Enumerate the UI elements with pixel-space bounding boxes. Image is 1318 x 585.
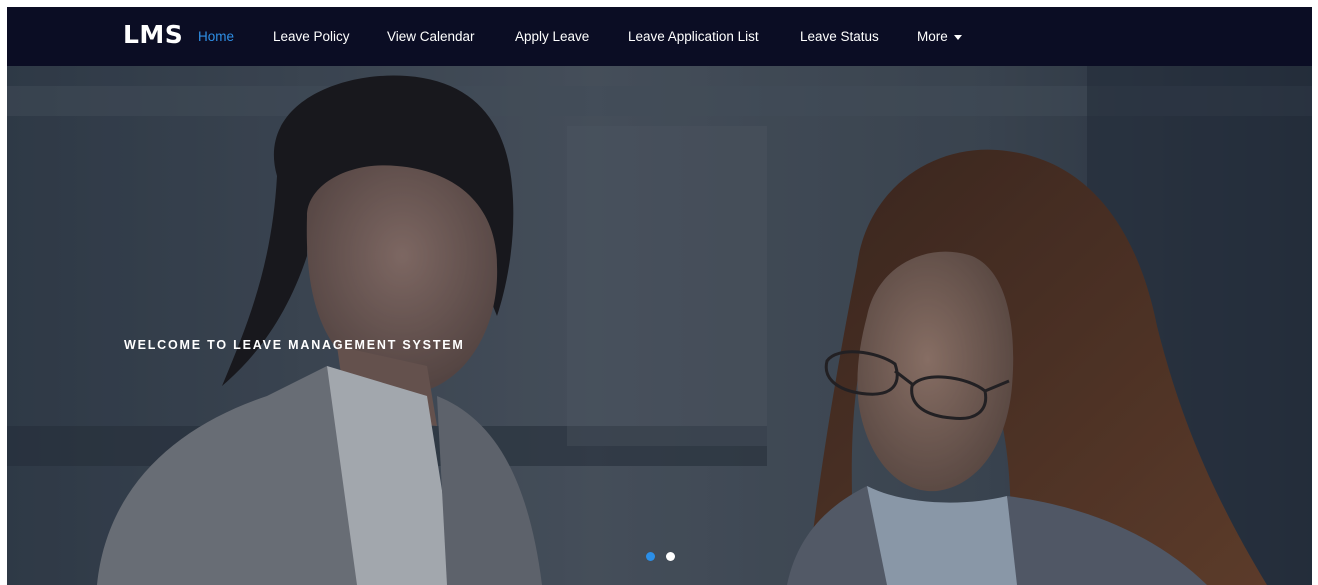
nav-link-apply-leave[interactable]: Apply Leave bbox=[515, 28, 589, 46]
caret-down-icon bbox=[953, 34, 962, 40]
nav-link-more-label: More bbox=[917, 29, 948, 44]
nav-link-leave-application-list[interactable]: Leave Application List bbox=[628, 28, 759, 46]
nav-link-view-calendar[interactable]: View Calendar bbox=[387, 28, 475, 46]
nav-link-leave-status[interactable]: Leave Status bbox=[800, 28, 879, 46]
carousel-indicator-2[interactable] bbox=[666, 552, 675, 561]
nav-menu: Home Leave Policy View Calendar Apply Le… bbox=[7, 7, 1312, 66]
hero-carousel: WELCOME TO LEAVE MANAGEMENT SYSTEM bbox=[7, 66, 1312, 585]
app-frame: LMS Home Leave Policy View Calendar Appl… bbox=[7, 7, 1312, 585]
nav-link-leave-policy[interactable]: Leave Policy bbox=[273, 28, 350, 46]
hero-caption: WELCOME TO LEAVE MANAGEMENT SYSTEM bbox=[124, 338, 465, 352]
nav-link-home[interactable]: Home bbox=[198, 28, 234, 46]
carousel-indicator-1[interactable] bbox=[646, 552, 655, 561]
top-navbar: LMS Home Leave Policy View Calendar Appl… bbox=[7, 7, 1312, 66]
hero-dark-overlay bbox=[7, 66, 1312, 585]
nav-dropdown-more[interactable]: More bbox=[917, 28, 962, 46]
